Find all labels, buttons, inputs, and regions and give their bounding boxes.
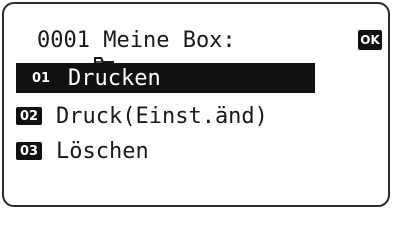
menu-item-delete[interactable]: 03 Löschen (16, 135, 149, 167)
menu-item-print-change-settings[interactable]: 02 Druck(Einst.änd) (16, 100, 268, 132)
four-way-arrows-icon (334, 30, 356, 52)
header-title: 0001 Meine Box: (37, 27, 236, 53)
menu-item-label: Druck(Einst.änd) (56, 103, 268, 129)
menu-item-print[interactable]: 01 Drucken (14, 62, 315, 94)
menu-item-label: Löschen (56, 138, 149, 164)
menu-item-label: Drucken (68, 65, 161, 91)
ok-button[interactable]: OK (358, 30, 382, 50)
box-folder-icon (14, 29, 115, 74)
item-number-badge: 03 (16, 142, 42, 160)
header-bar: 0001 Meine Box: OK (14, 24, 384, 74)
lcd-panel: 0001 Meine Box: OK 01 Drucken 02 Druck(E… (2, 2, 390, 207)
item-number-badge: 01 (28, 69, 54, 87)
selection-highlight: 01 Drucken (16, 63, 315, 93)
item-number-badge: 02 (16, 107, 42, 125)
